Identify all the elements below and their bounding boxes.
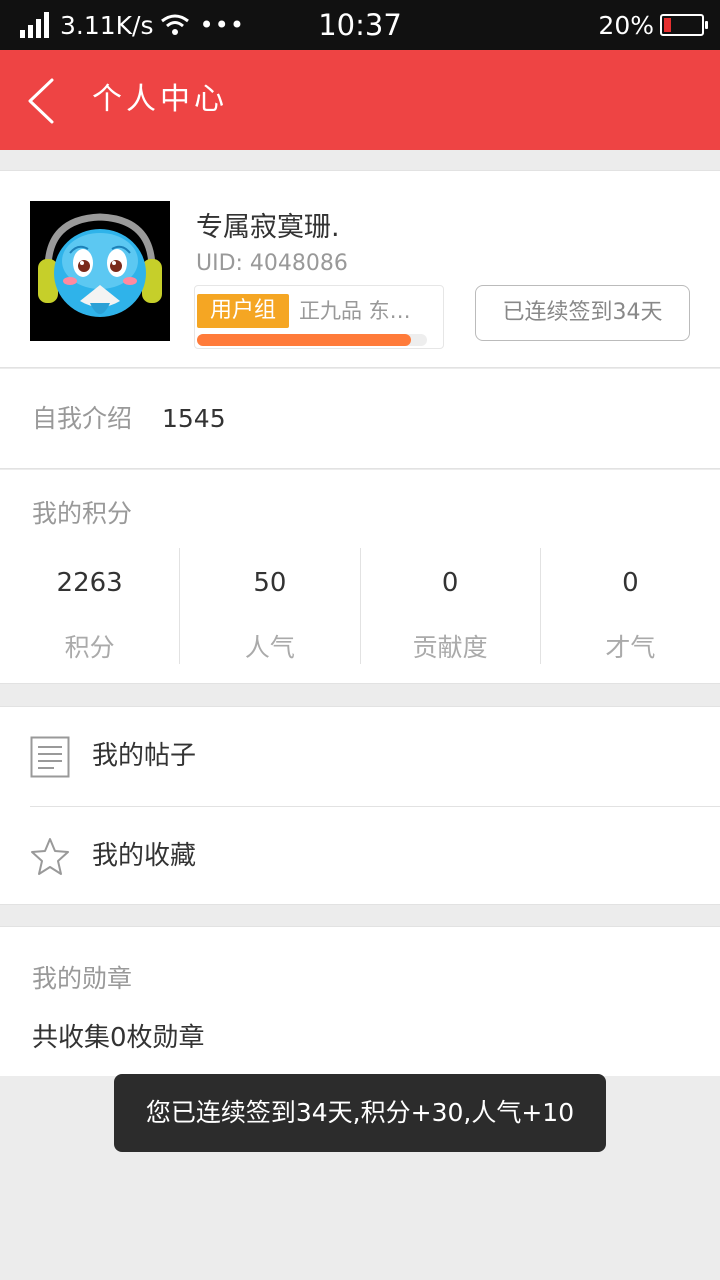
avatar-image — [30, 201, 170, 341]
points-title: 我的积分 — [32, 499, 133, 528]
user-group-names: 正九品 东… — [299, 299, 411, 323]
points-card: 我的积分 2263 积分 50 人气 0 贡献度 0 才气 — [0, 470, 720, 684]
self-intro-value: 1545 — [162, 404, 226, 433]
point-value: 0 — [441, 568, 459, 598]
status-right: 20% — [598, 0, 708, 50]
point-value: 0 — [622, 568, 639, 598]
back-arrow-icon[interactable] — [18, 76, 68, 126]
checkin-button[interactable]: 已连续签到34天 — [475, 285, 690, 341]
level-progress-fill — [197, 334, 411, 346]
point-label: 积分 — [64, 633, 115, 662]
battery-icon — [660, 14, 708, 36]
menu-item-my-favorites[interactable]: 我的收藏 — [0, 807, 720, 906]
user-group-box[interactable]: 用户组 正九品 东… — [194, 285, 444, 349]
menu-card: 我的帖子 我的收藏 — [0, 706, 720, 905]
profile-card: 专属寂寞珊. UID: 4048086 用户组 正九品 东… 已连续签到34天 — [0, 170, 720, 368]
points-cell-contribution[interactable]: 0 贡献度 — [361, 548, 541, 664]
point-label: 才气 — [605, 633, 656, 662]
points-cell-popularity[interactable]: 50 人气 — [180, 548, 361, 664]
level-progress-bar — [197, 334, 427, 346]
user-group-tag: 用户组 — [197, 294, 289, 328]
page-title: 个人中心 — [92, 82, 228, 117]
user-id: UID: 4048086 — [196, 251, 348, 276]
points-cell-score[interactable]: 2263 积分 — [0, 548, 181, 664]
medals-title: 我的勋章 — [32, 964, 133, 993]
battery-percent: 20% — [598, 10, 654, 40]
menu-label: 我的收藏 — [92, 841, 197, 871]
menu-label: 我的帖子 — [92, 741, 197, 771]
point-value: 2263 — [56, 568, 123, 598]
point-label: 人气 — [244, 633, 295, 662]
menu-item-my-posts[interactable]: 我的帖子 — [0, 707, 720, 807]
status-bar: 3.11K/s ••• 10:37 20% — [0, 0, 720, 50]
avatar[interactable] — [30, 201, 170, 341]
star-icon — [31, 838, 69, 875]
medals-summary: 共收集0枚勋章 — [32, 1023, 205, 1053]
points-cell-talent[interactable]: 0 才气 — [541, 548, 720, 664]
points-grid: 2263 积分 50 人气 0 贡献度 0 才气 — [0, 548, 720, 664]
medals-card: 我的勋章 共收集0枚勋章 — [0, 926, 720, 1076]
username: 专属寂寞珊. — [196, 212, 340, 243]
self-intro-label: 自我介绍 — [32, 404, 133, 433]
document-icon — [30, 736, 70, 778]
point-label: 贡献度 — [412, 633, 488, 662]
battery-level — [664, 18, 671, 32]
toast-message: 您已连续签到34天,积分+30,人气+10 — [114, 1074, 606, 1152]
app-header: 个人中心 — [0, 50, 720, 150]
self-intro-row[interactable]: 自我介绍 1545 — [0, 369, 720, 469]
point-value: 50 — [253, 568, 287, 598]
